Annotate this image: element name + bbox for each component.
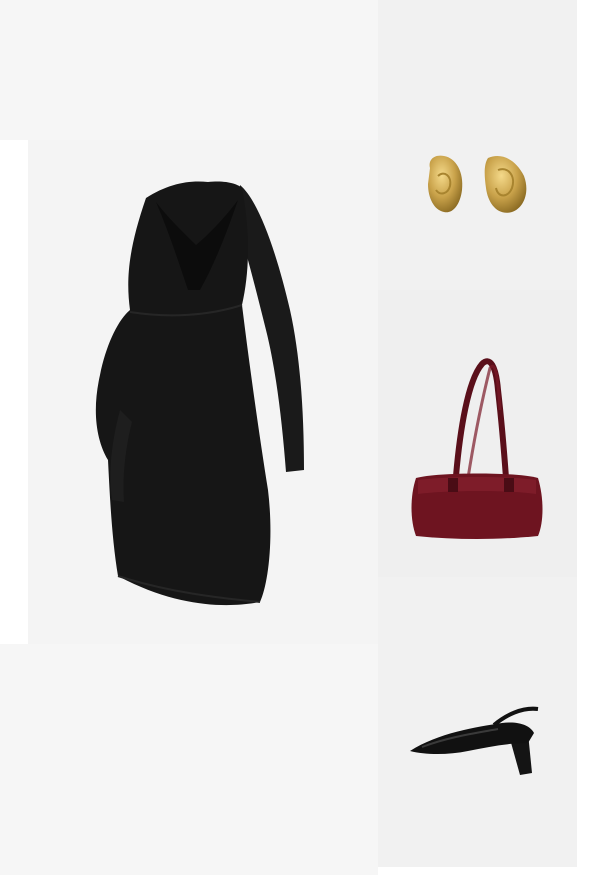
shoe-image[interactable]	[378, 577, 577, 867]
right-margin	[577, 0, 606, 875]
earrings-icon	[428, 155, 527, 213]
dress-icon	[95, 181, 304, 606]
earrings-image[interactable]	[378, 0, 577, 290]
handbag-image[interactable]	[378, 290, 577, 577]
bottom-left-panel	[0, 644, 378, 875]
slingback-shoe-icon	[410, 706, 539, 775]
dress-image[interactable]	[28, 140, 378, 644]
handbag-icon	[411, 358, 543, 539]
top-left-panel	[0, 0, 378, 140]
